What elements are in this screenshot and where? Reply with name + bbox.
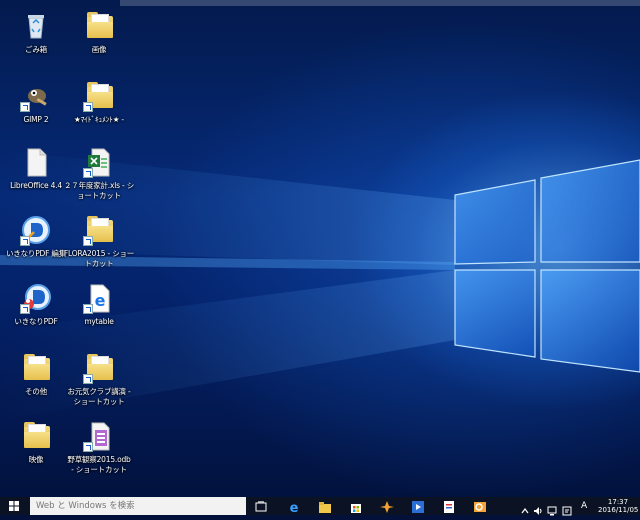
icon-label: ごみ箱 xyxy=(25,45,47,54)
edge-document-icon: e xyxy=(83,282,115,314)
notifications-icon[interactable] xyxy=(562,501,572,516)
background-window-strip xyxy=(120,0,640,6)
desktop-icon-pictures-folder[interactable]: 画像 xyxy=(63,10,135,55)
icon-label: いきなりPDF xyxy=(14,317,58,326)
icon-label: いきなりPDF 編集 xyxy=(6,249,66,258)
file-explorer-icon[interactable] xyxy=(318,499,332,513)
desktop-icon-libreoffice[interactable]: LibreOffice 4.4 xyxy=(0,146,72,191)
desktop[interactable]: ごみ箱 GIMP 2 LibreOffice 4.4 いきなりPDF 編集 いき… xyxy=(0,0,640,497)
start-button[interactable] xyxy=(0,497,28,515)
folder-icon xyxy=(83,10,115,42)
icon-label: mytable xyxy=(84,317,114,326)
shortcut-arrow-icon xyxy=(83,102,93,112)
folder-icon xyxy=(20,352,52,384)
gimp-icon xyxy=(20,80,52,112)
document-app-icon[interactable] xyxy=(442,499,456,513)
desktop-icon-my-documents[interactable]: ★ﾏｲﾄﾞｷｭﾒﾝﾄ★ - xyxy=(63,80,135,125)
taskbar-clock[interactable]: 17:37 2016/11/05 xyxy=(598,498,638,514)
shortcut-arrow-icon xyxy=(83,442,93,452)
volume-icon[interactable] xyxy=(533,501,543,515)
shortcut-arrow-icon xyxy=(20,304,30,314)
clock-date: 2016/11/05 xyxy=(598,506,639,514)
desktop-icon-video-folder[interactable]: 映像 xyxy=(0,420,72,465)
desktop-icon-genki-club[interactable]: お元気クラブ講演 - ショートカット xyxy=(63,352,135,407)
shortcut-arrow-icon xyxy=(20,236,30,246)
folder-icon xyxy=(83,352,115,384)
libreoffice-icon xyxy=(20,146,52,178)
store-icon[interactable] xyxy=(349,499,363,513)
desktop-icon-gimp[interactable]: GIMP 2 xyxy=(0,80,72,125)
shortcut-arrow-icon xyxy=(83,304,93,314)
folder-icon xyxy=(83,214,115,246)
shortcut-arrow-icon xyxy=(83,168,93,178)
icon-label: LibreOffice 4.4 xyxy=(10,181,62,190)
task-view-icon[interactable] xyxy=(254,499,268,513)
icon-label: お元気クラブ講演 - ショートカット xyxy=(67,387,131,406)
ime-indicator[interactable]: A xyxy=(581,500,587,512)
windows-logo-icon xyxy=(9,501,19,511)
folder-icon xyxy=(20,420,52,452)
icon-label: ★ﾏｲﾄﾞｷｭﾒﾝﾄ★ - xyxy=(74,115,124,124)
svg-text:e: e xyxy=(290,501,299,514)
icon-label: ２７年度家計.xls - シ ョートカット xyxy=(64,181,134,200)
desktop-icon-ikinari-pdf[interactable]: いきなりPDF xyxy=(0,282,72,327)
network-icon[interactable] xyxy=(547,501,557,516)
media-player-icon[interactable] xyxy=(411,499,425,513)
icon-label: GIMP 2 xyxy=(23,115,49,124)
shortcut-arrow-icon xyxy=(20,102,30,112)
desktop-icon-recycle-bin[interactable]: ごみ箱 xyxy=(0,10,72,55)
svg-text:e: e xyxy=(95,291,106,310)
icon-label: FLORA2015 - ショー トカット xyxy=(63,249,135,268)
ikinari-pdf-edit-icon xyxy=(20,214,52,246)
shortcut-arrow-icon xyxy=(83,236,93,246)
icon-label: 映像 xyxy=(28,455,44,464)
search-placeholder: Web と Windows を検索 xyxy=(36,501,135,511)
edge-browser-icon[interactable]: e xyxy=(287,499,301,516)
taskbar: Web と Windows を検索 e A 17:37 2016/11/05 xyxy=(0,497,640,516)
outlook-icon[interactable] xyxy=(473,499,487,513)
icon-label: 画像 xyxy=(91,45,107,54)
desktop-icon-ikinari-pdf-edit[interactable]: いきなりPDF 編集 xyxy=(0,214,72,259)
folder-icon xyxy=(83,80,115,112)
desktop-icon-flora2015[interactable]: FLORA2015 - ショー トカット xyxy=(63,214,135,269)
taskbar-search-input[interactable]: Web と Windows を検索 xyxy=(30,497,246,515)
recycle-bin-icon xyxy=(20,10,52,42)
shortcut-arrow-icon xyxy=(83,374,93,384)
pinned-app-icon[interactable] xyxy=(380,499,394,513)
database-file-icon xyxy=(83,420,115,452)
desktop-icon-mytable[interactable]: e mytable xyxy=(63,282,135,327)
icon-label: その他 xyxy=(25,387,47,396)
chevron-up-icon[interactable] xyxy=(520,501,530,514)
spreadsheet-file-icon xyxy=(83,146,115,178)
icon-label: 野草観察2015.odb - ショートカット xyxy=(67,455,131,474)
clock-time: 17:37 xyxy=(607,498,629,506)
desktop-icon-household-xls[interactable]: ２７年度家計.xls - シ ョートカット xyxy=(63,146,135,201)
desktop-icon-yasou-odb[interactable]: 野草観察2015.odb - ショートカット xyxy=(63,420,135,475)
desktop-icon-other-folder[interactable]: その他 xyxy=(0,352,72,397)
ikinari-pdf-icon xyxy=(20,282,52,314)
